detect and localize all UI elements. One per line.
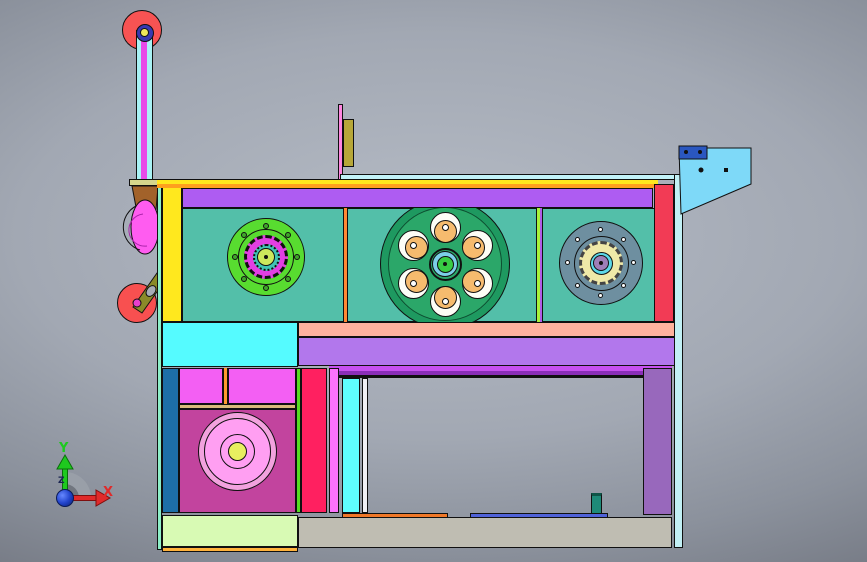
floor-cylinder[interactable] <box>591 493 602 514</box>
left-flange-bolt <box>232 254 238 260</box>
cyan-block[interactable] <box>162 322 298 367</box>
frame-right-face[interactable] <box>674 174 683 548</box>
left-base-rail[interactable] <box>162 547 298 552</box>
cad-viewport: Y X Z <box>0 0 867 562</box>
left-flange-bolt <box>285 232 291 238</box>
left-flange-bolt <box>294 254 300 260</box>
bracket-hole <box>698 167 704 173</box>
frame-right-band[interactable] <box>654 184 674 322</box>
magenta-panel-1[interactable] <box>179 368 223 404</box>
bracket-screw <box>684 150 688 154</box>
under-rail-line <box>329 375 672 378</box>
dial-center[interactable] <box>227 441 247 461</box>
left-flange-bolt <box>241 276 247 282</box>
frame-top-band[interactable] <box>182 188 653 208</box>
left-base-block[interactable] <box>162 515 298 547</box>
triad-origin-sphere[interactable] <box>56 489 74 507</box>
pulley-hub-center[interactable] <box>140 28 149 37</box>
left-flange-bolt <box>263 285 269 291</box>
right-flange-bolt <box>575 283 580 288</box>
left-leg[interactable] <box>162 368 179 513</box>
bracket-clamp[interactable] <box>678 145 708 160</box>
cam-follower[interactable] <box>433 219 457 243</box>
corner-bracket-group <box>678 145 752 215</box>
cam-bolt <box>409 279 417 287</box>
panel-divider-orange[interactable] <box>343 208 348 322</box>
crimson-leg[interactable] <box>301 368 327 513</box>
salmon-rail[interactable] <box>298 322 675 337</box>
right-flange-bolt <box>631 260 636 265</box>
tab-block[interactable] <box>343 119 354 167</box>
base-plate[interactable] <box>298 517 672 548</box>
cam-follower[interactable] <box>405 269 428 293</box>
roller-pin[interactable] <box>132 298 142 308</box>
cam-bolt <box>441 297 449 305</box>
right-flange-bolt <box>565 260 570 265</box>
panel-divider-purple[interactable] <box>540 208 543 322</box>
left-flange-bolt <box>263 223 269 229</box>
frame-left-column[interactable] <box>162 184 182 322</box>
right-leg[interactable] <box>643 368 672 515</box>
purple-rail[interactable] <box>298 337 675 366</box>
left-flange-bolt <box>241 232 247 238</box>
cyan-leg[interactable] <box>342 378 360 513</box>
right-flange-dot <box>599 261 603 265</box>
cam-bolt <box>441 223 449 231</box>
bracket-slot <box>724 168 728 172</box>
z-axis-label: Z <box>58 476 65 486</box>
pink-leg-strip[interactable] <box>329 368 339 513</box>
right-flange-bolt <box>598 293 603 298</box>
cam-bolt <box>473 279 481 287</box>
wheel-hub-dot <box>443 262 447 266</box>
right-flange-bolt <box>598 227 603 232</box>
magenta-panel-2[interactable] <box>228 368 296 404</box>
cam-bolt <box>473 241 481 249</box>
pulley-rod-core[interactable] <box>141 32 147 180</box>
bracket-screw <box>698 150 702 154</box>
white-leg-strip[interactable] <box>362 378 368 513</box>
axis-triad <box>56 453 112 507</box>
right-flange-bolt <box>575 237 580 242</box>
y-axis-label: Y <box>59 441 69 456</box>
cam-follower[interactable] <box>405 235 428 259</box>
right-flange-bolt <box>621 283 626 288</box>
right-flange-bolt <box>621 237 626 242</box>
x-axis-label: X <box>103 485 114 500</box>
left-flange-bolt <box>285 276 291 282</box>
cam-bolt <box>409 241 417 249</box>
left-flange-dot <box>264 255 268 259</box>
